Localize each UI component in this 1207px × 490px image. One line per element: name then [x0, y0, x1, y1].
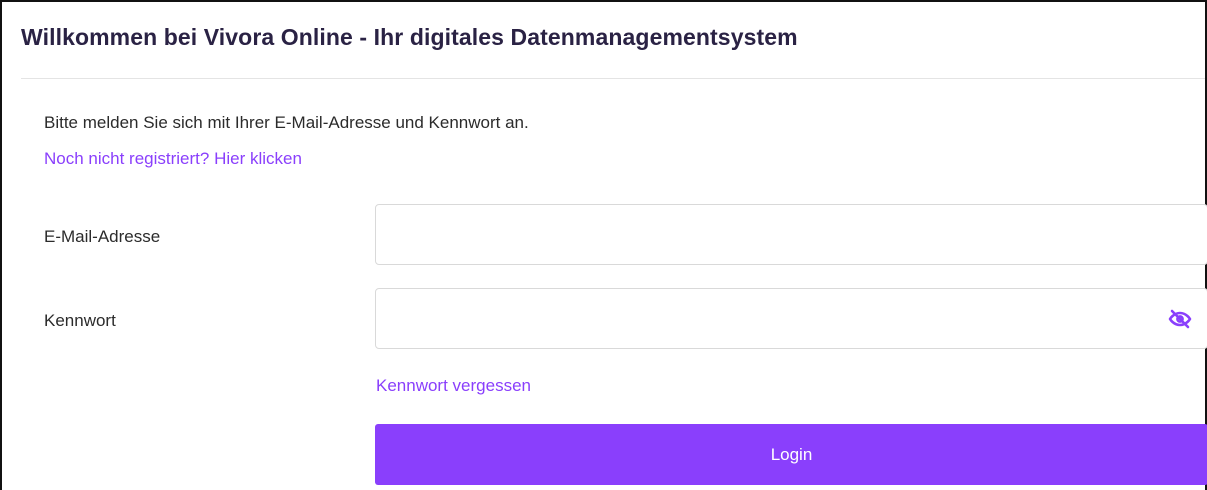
- register-link[interactable]: Noch nicht registriert? Hier klicken: [44, 149, 302, 169]
- email-field[interactable]: [376, 205, 1207, 264]
- email-label: E-Mail-Adresse: [44, 227, 161, 246]
- forgot-password-link[interactable]: Kennwort vergessen: [376, 376, 531, 396]
- login-button[interactable]: Login: [375, 424, 1207, 485]
- eye-slash-icon[interactable]: [1167, 306, 1193, 332]
- login-card: Willkommen bei Vivora Online - Ihr digit…: [0, 0, 1207, 490]
- page-title: Willkommen bei Vivora Online - Ihr digit…: [21, 24, 798, 50]
- header-divider: [21, 78, 1205, 79]
- password-field-wrapper: [375, 288, 1207, 349]
- password-field[interactable]: [376, 289, 1207, 348]
- email-field-wrapper: [375, 204, 1207, 265]
- password-label: Kennwort: [44, 311, 116, 330]
- login-instructions: Bitte melden Sie sich mit Ihrer E-Mail-A…: [44, 113, 529, 132]
